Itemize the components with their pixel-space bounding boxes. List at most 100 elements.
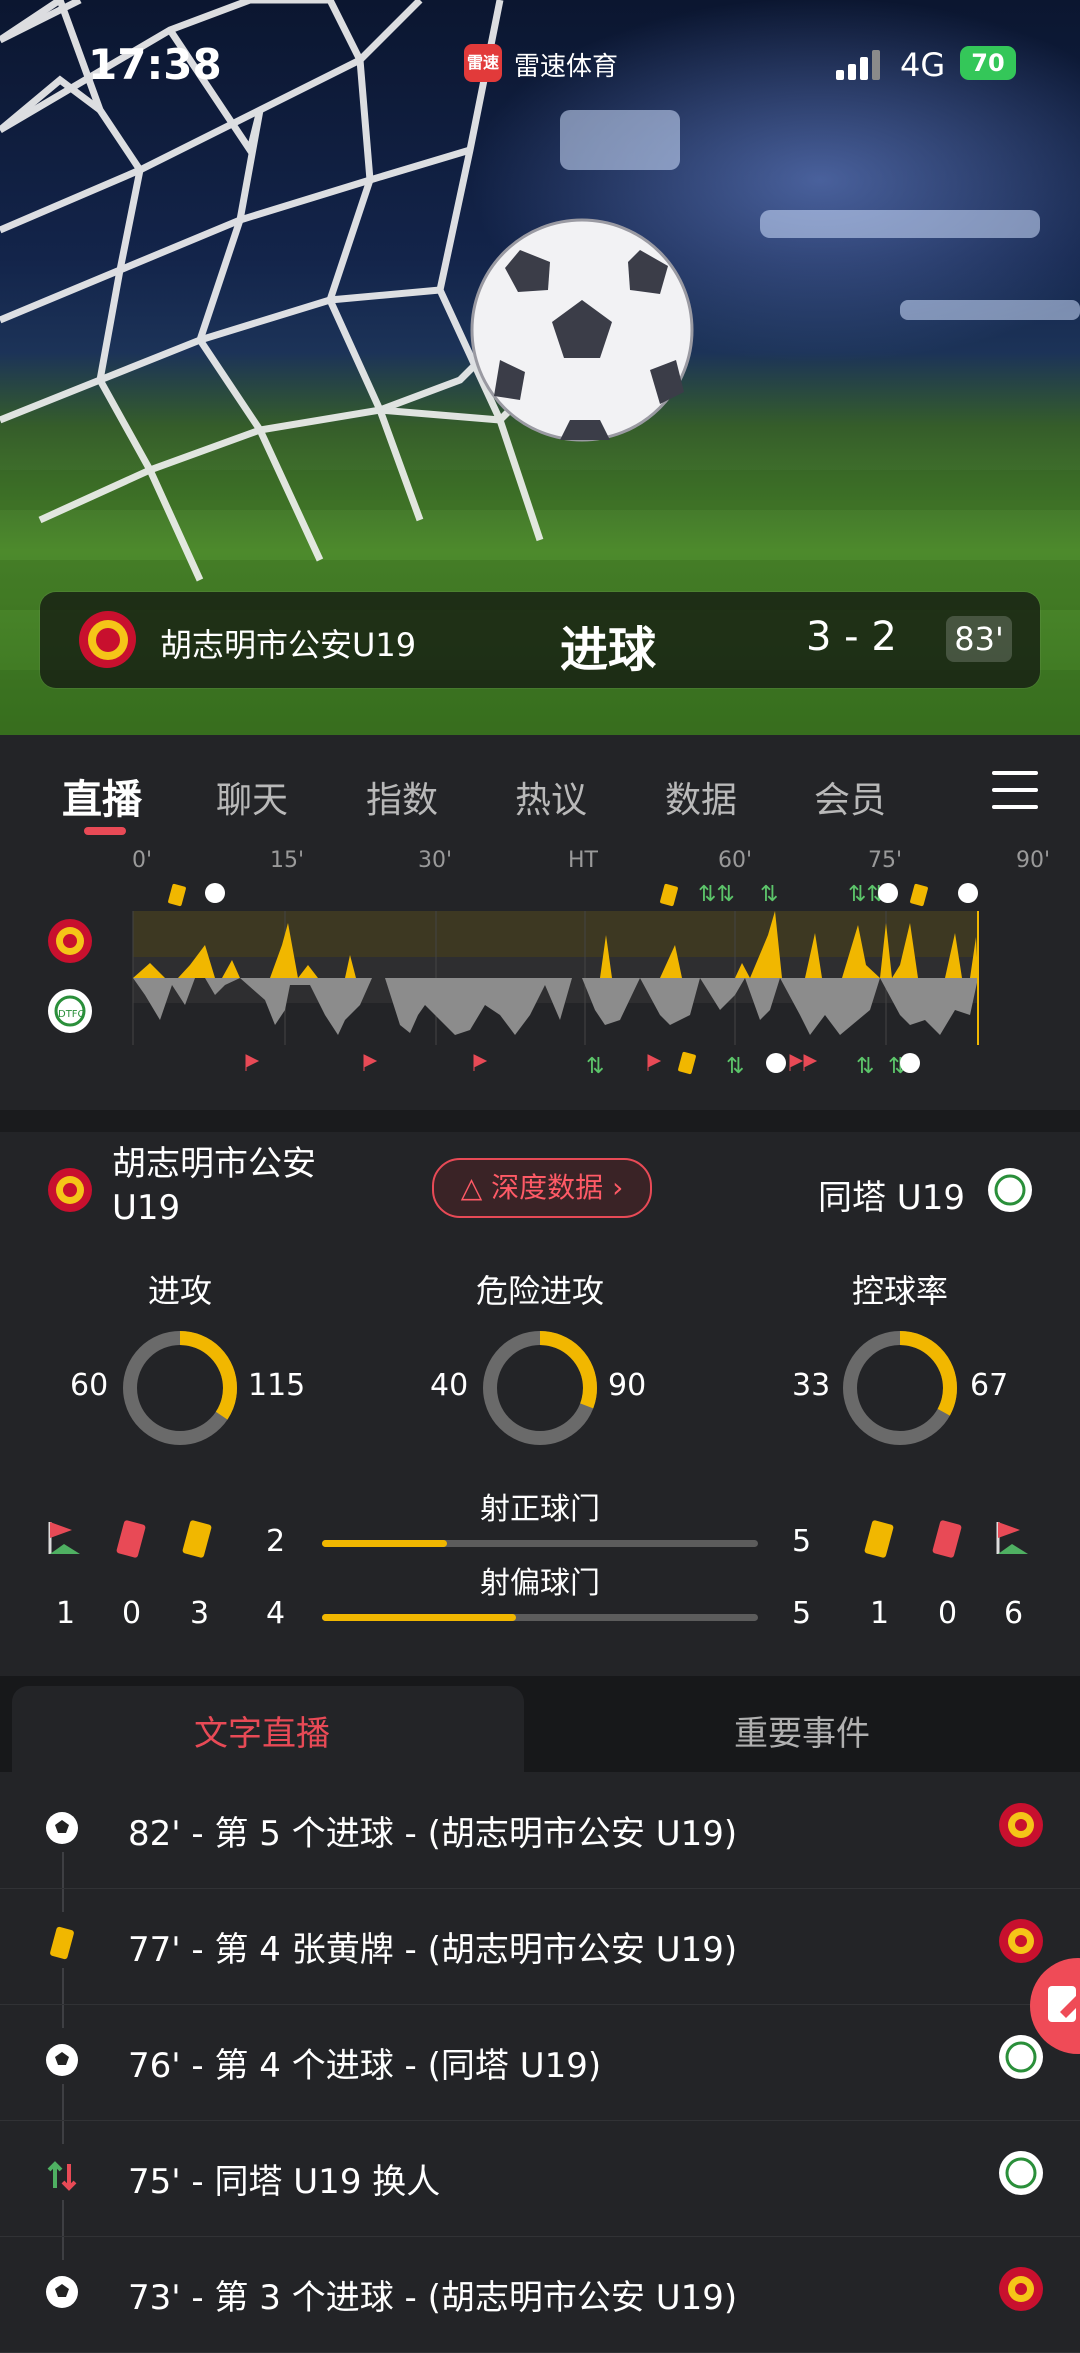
metric-away-value: 90 — [608, 1368, 647, 1403]
soccer-ball-illustration — [470, 218, 694, 442]
tick-label: 75' — [868, 848, 902, 873]
bar-label-shots-on-target: 射正球门 — [480, 1492, 600, 1527]
ball-icon — [46, 1812, 78, 1844]
yellow-card-icon — [168, 883, 186, 907]
tab-member[interactable]: 会员 — [814, 771, 886, 823]
metric-away-value: 67 — [970, 1368, 1009, 1403]
away-corners-count: 6 — [1004, 1596, 1024, 1631]
feed-item-text: 76' - 第 4 个进球 - (同塔 U19) — [128, 2046, 602, 2086]
tab-key-events[interactable]: 重要事件 — [734, 1706, 870, 1755]
live-text-feed: 文字直播 重要事件 82' - 第 5 个进球 - (胡志明市公安 U19) 7… — [0, 1676, 1080, 2353]
app-icon: 雷速 — [464, 44, 502, 82]
shots-on-target-away: 5 — [792, 1524, 812, 1559]
ball-icon — [205, 883, 225, 903]
donut-dangerous-attack — [483, 1331, 597, 1445]
ball-icon — [46, 2044, 78, 2076]
svg-text:DTFC: DTFC — [58, 1009, 85, 1020]
match-score: 3 - 2 — [806, 614, 897, 660]
feed-item-text: 73' - 第 3 个进球 - (胡志明市公安 U19) — [128, 2278, 738, 2318]
battery-indicator: 70 — [960, 46, 1016, 80]
ball-icon — [46, 2276, 78, 2308]
home-team-logo — [999, 2267, 1043, 2311]
feed-item-text: 77' - 第 4 张黄牌 - (胡志明市公安 U19) — [128, 1930, 738, 1970]
feed-item[interactable]: 82' - 第 5 个进球 - (胡志明市公安 U19) — [0, 1772, 1080, 1889]
menu-icon[interactable] — [992, 771, 1040, 811]
ball-icon — [958, 883, 978, 903]
feed-item[interactable]: 73' - 第 3 个进球 - (胡志明市公安 U19) — [0, 2236, 1080, 2353]
metric-home-value: 40 — [430, 1368, 469, 1403]
score-event-label: 进球 — [560, 622, 657, 678]
substitution-icon: ⇅ — [726, 1054, 744, 1079]
home-yellow-count: 3 — [190, 1596, 210, 1631]
match-hero-banner: 17:38 雷速 雷速体育 4G 70 胡志明市公安U19 进球 3 - 2 8… — [0, 0, 1080, 735]
feed-tab-bar: 文字直播 重要事件 — [0, 1676, 1080, 1772]
away-red-count: 0 — [938, 1596, 958, 1631]
tab-discussion[interactable]: 热议 — [515, 771, 587, 823]
score-banner[interactable]: 胡志明市公安U19 进球 3 - 2 83' — [40, 592, 1040, 688]
active-tab-indicator — [84, 827, 126, 835]
feed-item[interactable]: 76' - 第 4 个进球 - (同塔 U19) — [0, 2004, 1080, 2121]
edit-icon — [1048, 1986, 1080, 2022]
away-team-name: 同塔 U19 — [818, 1178, 965, 1218]
feed-item[interactable]: 75' - 同塔 U19 换人 — [0, 2120, 1080, 2237]
away-team-logo — [999, 2151, 1043, 2195]
yellow-card-icon — [50, 1926, 74, 1960]
corner-flag-icon — [48, 1522, 80, 1554]
shots-on-target-home: 2 — [266, 1524, 286, 1559]
yellow-card-icon — [660, 883, 678, 907]
feed-item[interactable]: 77' - 第 4 张黄牌 - (胡志明市公安 U19) — [0, 1888, 1080, 2005]
floating-edit-button[interactable] — [1030, 1958, 1080, 2054]
tab-data[interactable]: 数据 — [665, 771, 737, 823]
metric-away-value: 115 — [248, 1368, 306, 1403]
tick-label: 0' — [132, 848, 152, 873]
shots-off-target-away: 5 — [792, 1596, 812, 1631]
home-team-logo — [48, 919, 92, 963]
signal-icon — [836, 50, 880, 80]
home-team-logo — [79, 611, 136, 668]
tab-chat[interactable]: 聊天 — [216, 771, 288, 823]
yellow-card-icon — [182, 1520, 212, 1558]
donut-possession — [843, 1331, 957, 1445]
bar-label-shots-off-target: 射偏球门 — [480, 1566, 600, 1601]
tick-label: 15' — [270, 848, 304, 873]
red-card-icon — [932, 1520, 962, 1558]
chevron-right-icon: › — [612, 1171, 624, 1204]
deep-data-button[interactable]: △ 深度数据 › — [432, 1158, 652, 1218]
shots-off-target-fill — [322, 1614, 516, 1621]
momentum-chart: 0' 15' 30' HT 60' 75' 90' DTFC ⇅⇅ ⇅ ⇅⇅ ⇅… — [48, 848, 1050, 1079]
feed-list: 82' - 第 5 个进球 - (胡志明市公安 U19) 77' - 第 4 张… — [0, 1772, 1080, 2353]
tick-label: HT — [568, 848, 599, 873]
ball-icon — [900, 1053, 920, 1073]
shots-off-target-home: 4 — [266, 1596, 286, 1631]
home-corners-count: 1 — [56, 1596, 76, 1631]
donut-attack — [123, 1331, 237, 1445]
feed-item-text: 82' - 第 5 个进球 - (胡志明市公安 U19) — [128, 1814, 738, 1854]
metric-title-attack: 进攻 — [147, 1272, 212, 1310]
ball-icon — [878, 883, 898, 903]
network-type: 4G — [900, 46, 946, 84]
home-team-logo — [48, 1168, 92, 1212]
yellow-card-icon — [910, 883, 928, 907]
status-time: 17:38 — [88, 40, 222, 89]
away-team-logo: DTFC — [48, 989, 92, 1033]
metric-home-value: 60 — [70, 1368, 109, 1403]
away-team-logo — [988, 1168, 1032, 1212]
deep-data-label: 深度数据 — [491, 1171, 604, 1204]
corner-flag-icon — [245, 1054, 260, 1071]
tab-odds[interactable]: 指数 — [366, 771, 438, 823]
corner-flag-icon — [473, 1054, 488, 1071]
app-name: 雷速体育 — [514, 52, 619, 82]
tab-text-live[interactable]: 文字直播 — [194, 1706, 330, 1755]
substitution-icon: ⇅ — [586, 1054, 604, 1079]
shots-on-target-fill — [322, 1540, 447, 1547]
corner-flag-icon — [996, 1522, 1028, 1554]
substitution-icon: ⇅ — [760, 882, 778, 907]
corner-flag-icon — [647, 1054, 662, 1071]
status-bar: 17:38 雷速 雷速体育 4G 70 — [0, 40, 1080, 100]
match-momentum-timeline: 0' 15' 30' HT 60' 75' 90' DTFC ⇅⇅ ⇅ ⇅⇅ ⇅… — [0, 845, 1080, 1110]
tab-live[interactable]: 直播 — [62, 767, 142, 825]
away-yellow-count: 1 — [870, 1596, 890, 1631]
feed-item-text: 75' - 同塔 U19 换人 — [128, 2162, 441, 2202]
home-team-name: 胡志明市公安U19 — [112, 1144, 316, 1228]
corner-flag-icon — [363, 1054, 378, 1071]
